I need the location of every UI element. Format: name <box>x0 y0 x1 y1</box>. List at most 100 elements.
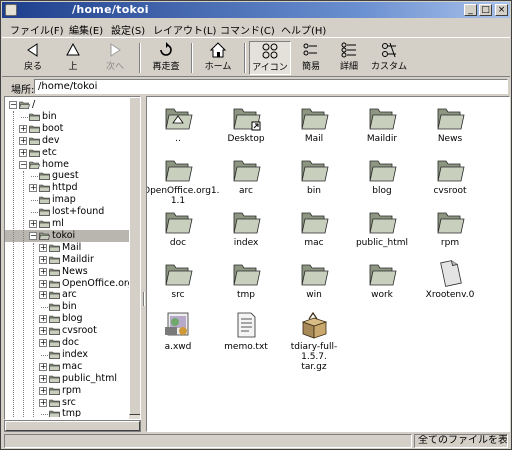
tree-vertical-scrollbar[interactable] <box>129 97 140 419</box>
file-item[interactable]: cvsroot <box>415 155 485 196</box>
location-input[interactable]: /home/tokoi <box>34 79 508 94</box>
menu-layout[interactable]: レイアウト(L) <box>153 22 216 37</box>
file-item[interactable]: Desktop <box>211 103 281 144</box>
file-item[interactable]: doc <box>147 207 213 248</box>
window-title: /home/tokoi <box>72 3 149 16</box>
file-item[interactable]: Xrootenv.0 <box>415 259 485 300</box>
custom-view-button[interactable]: カスタム <box>368 41 410 75</box>
expand-icon[interactable]: + <box>19 124 27 133</box>
home-button[interactable]: ホーム <box>197 41 239 75</box>
refresh-button[interactable]: 再走査 <box>145 41 187 75</box>
folder-icon <box>367 103 397 131</box>
file-item[interactable]: public_html <box>347 207 417 248</box>
maximize-button[interactable]: □ <box>479 4 492 16</box>
expand-icon[interactable]: + <box>39 398 47 407</box>
file-item[interactable]: arc <box>211 155 281 196</box>
tree-horizontal-scrollbar[interactable] <box>4 420 141 432</box>
tree-connector <box>21 116 28 118</box>
file-item[interactable]: tdiary-full-1.5.7. tar.gz <box>279 311 349 372</box>
scrollbar-thumb[interactable] <box>5 421 140 431</box>
detail-view-button[interactable]: 詳細 <box>328 41 370 75</box>
expand-icon[interactable]: + <box>39 374 47 383</box>
tree-connector <box>31 176 38 178</box>
collapse-icon[interactable]: − <box>19 160 27 169</box>
expand-icon[interactable]: + <box>39 362 47 371</box>
expand-icon[interactable]: + <box>39 315 47 324</box>
file-item[interactable]: mac <box>279 207 349 248</box>
icon-view-button[interactable]: アイコン <box>249 41 291 75</box>
tree-item[interactable]: + dev <box>5 135 129 147</box>
expand-icon[interactable]: + <box>39 279 47 288</box>
tree-item[interactable]: − home <box>5 159 129 171</box>
file-item[interactable]: src <box>147 259 213 300</box>
close-button[interactable]: × <box>495 4 508 16</box>
expand-icon[interactable]: + <box>29 184 37 193</box>
expand-icon[interactable]: + <box>39 327 47 336</box>
back-button[interactable]: 戻る <box>12 41 54 75</box>
custom-view-icon <box>382 42 396 58</box>
file-item[interactable]: index <box>211 207 281 248</box>
file-item[interactable]: .. <box>147 103 213 144</box>
file-item[interactable]: Mail <box>279 103 349 144</box>
folder-icon <box>29 113 40 121</box>
file-item[interactable]: a.xwd <box>147 311 213 352</box>
toolbar-separator <box>191 43 193 73</box>
collapse-icon[interactable]: − <box>29 231 37 240</box>
file-item[interactable]: work <box>347 259 417 300</box>
file-item[interactable]: News <box>415 103 485 144</box>
up-button[interactable]: 上 <box>52 41 94 75</box>
file-name: Xrootenv.0 <box>425 290 475 300</box>
tree-item-label: httpd <box>52 182 78 194</box>
collapse-icon[interactable]: − <box>9 101 17 109</box>
expand-icon[interactable]: + <box>19 136 27 145</box>
folder-icon <box>367 155 397 183</box>
file-item[interactable]: OpenOffice.org1. 1.1 <box>147 155 220 206</box>
tree-item[interactable]: + boot <box>5 123 129 135</box>
file-filter-status[interactable]: 全てのファイルを表示 <box>414 434 508 448</box>
tree-item[interactable]: bin <box>5 111 129 123</box>
expand-icon[interactable]: + <box>19 148 27 157</box>
tree-connector <box>33 243 34 417</box>
simple-view-button[interactable]: 簡易 <box>290 41 332 75</box>
up-arrow-icon <box>66 42 80 56</box>
menu-file[interactable]: ファイル(F) <box>10 22 64 37</box>
expand-icon[interactable]: + <box>39 386 47 395</box>
tree-item[interactable]: − / <box>5 99 129 111</box>
window-menu-icon[interactable] <box>5 4 17 16</box>
splitter-grip[interactable] <box>143 292 145 306</box>
file-name: doc <box>169 238 187 248</box>
directory-tree[interactable]: − / bin + boot + dev + etc − home guest + httpd imap lo… <box>4 96 141 420</box>
expand-icon[interactable]: + <box>39 267 47 276</box>
scrollbar-thumb[interactable] <box>129 97 140 415</box>
file-item[interactable]: blog <box>347 155 417 196</box>
expand-icon[interactable]: + <box>39 255 47 264</box>
title-bar[interactable]: /home/tokoi _ □ × <box>2 2 510 18</box>
forward-button[interactable]: 次へ <box>94 41 136 75</box>
minimize-button[interactable]: _ <box>464 4 477 16</box>
folder-icon <box>49 244 60 252</box>
folder-icon <box>163 259 193 287</box>
tree-item-label: imap <box>52 194 76 206</box>
folder-icon <box>299 207 329 235</box>
tree-item-label: / <box>32 99 36 110</box>
file-icon-view[interactable]: .. Desktop Mail Maildir News OpenOffice.org1.… <box>146 96 510 432</box>
file-item[interactable]: rpm <box>415 207 485 248</box>
expand-icon[interactable]: + <box>29 220 37 228</box>
file-manager-window: /home/tokoi _ □ × ファイル(F) 編集(E) 設定(S) レイ… <box>0 0 512 450</box>
menu-command[interactable]: コマンド(C) <box>220 22 275 37</box>
file-item[interactable]: tmp <box>211 259 281 300</box>
menu-settings[interactable]: 設定(S) <box>111 22 145 37</box>
tree-item[interactable]: + etc <box>5 147 129 159</box>
expand-icon[interactable]: + <box>39 291 47 300</box>
expand-icon[interactable]: + <box>39 339 47 347</box>
toolbar: 戻る 上 次へ 再走査 ホーム アイコン 簡易 詳細 カスタム <box>2 37 510 77</box>
expand-icon[interactable]: + <box>39 243 47 252</box>
menu-edit[interactable]: 編集(E) <box>69 22 103 37</box>
file-item[interactable]: win <box>279 259 349 300</box>
tree-item-label: News <box>62 265 88 277</box>
file-item[interactable]: memo.txt <box>211 311 281 352</box>
file-item[interactable]: Maildir <box>347 103 417 144</box>
status-bar: 全てのファイルを表示 <box>2 433 510 449</box>
file-item[interactable]: bin <box>279 155 349 196</box>
menu-help[interactable]: ヘルプ(H) <box>281 22 326 37</box>
